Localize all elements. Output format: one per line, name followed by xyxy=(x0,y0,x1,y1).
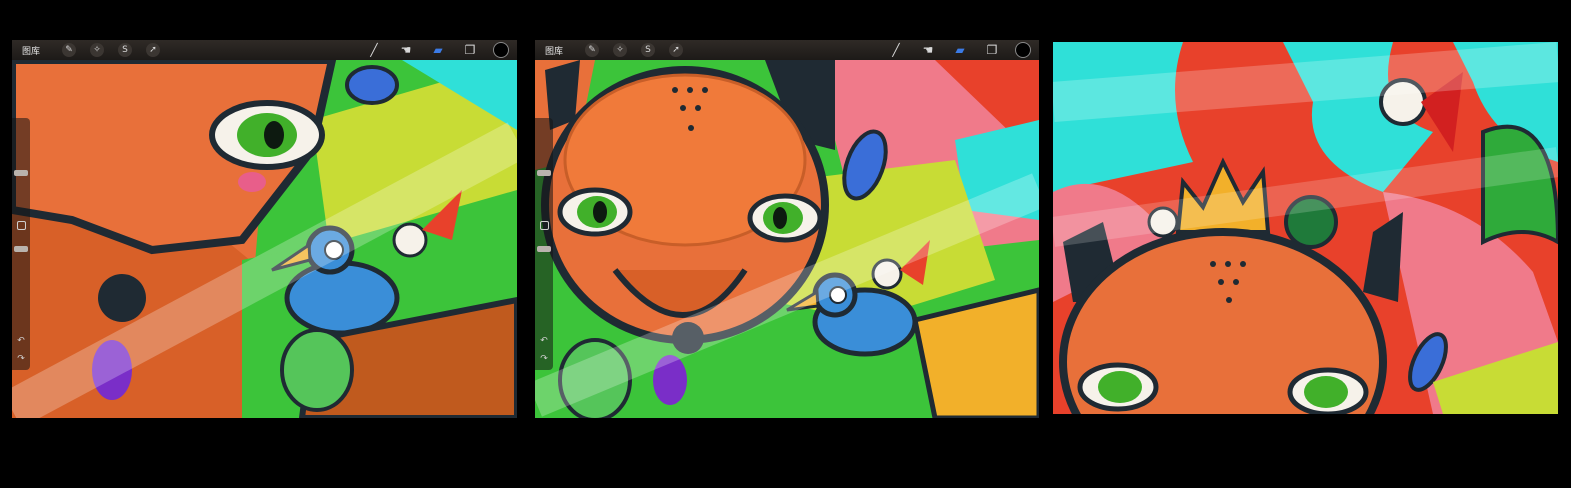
magic-wand-icon[interactable]: ✧ xyxy=(613,43,628,57)
redo-icon[interactable]: ↷ xyxy=(538,354,550,364)
undo-icon[interactable]: ↶ xyxy=(15,336,27,346)
gallery-button[interactable]: 图库 xyxy=(22,44,40,57)
layers-icon[interactable]: ❐ xyxy=(983,42,1001,58)
gallery-button[interactable]: 图库 xyxy=(545,44,563,57)
artwork-fox-face[interactable] xyxy=(535,40,1039,418)
smudge-icon[interactable]: ☚ xyxy=(919,42,937,58)
transform-icon[interactable]: ➚ xyxy=(669,43,684,57)
transform-icon[interactable]: ➚ xyxy=(146,43,161,57)
color-swatch[interactable] xyxy=(493,42,509,58)
wrench-icon[interactable]: ✎ xyxy=(585,43,600,57)
modify-button[interactable] xyxy=(17,221,26,230)
artwork-fox-crown[interactable] xyxy=(1053,42,1558,414)
magic-wand-icon[interactable]: ✧ xyxy=(90,43,105,57)
toolbar: 图库 ✎ ✧ S ➚ ╱ ☚ ▰ ❐ xyxy=(12,40,517,60)
canvas-view-1[interactable]: 图库 ✎ ✧ S ➚ ╱ ☚ ▰ ❐ ↶ ↷ xyxy=(12,40,517,418)
eraser-icon[interactable]: ▰ xyxy=(951,42,969,58)
brush-icon[interactable]: ╱ xyxy=(365,42,383,58)
layers-icon[interactable]: ❐ xyxy=(461,42,479,58)
artwork-fox-closeup[interactable] xyxy=(12,40,517,418)
brush-opacity-slider[interactable] xyxy=(537,246,551,252)
selection-icon[interactable]: S xyxy=(641,43,656,57)
brush-size-slider[interactable] xyxy=(537,170,551,176)
brush-size-slider[interactable] xyxy=(14,170,28,176)
modify-button[interactable] xyxy=(540,221,549,230)
color-swatch[interactable] xyxy=(1015,42,1031,58)
brush-icon[interactable]: ╱ xyxy=(887,42,905,58)
undo-icon[interactable]: ↶ xyxy=(538,336,550,346)
brush-sidebar: ↶ ↷ xyxy=(535,118,553,370)
toolbar: 图库 ✎ ✧ S ➚ ╱ ☚ ▰ ❐ xyxy=(535,40,1039,60)
brush-opacity-slider[interactable] xyxy=(14,246,28,252)
smudge-icon[interactable]: ☚ xyxy=(397,42,415,58)
eraser-icon[interactable]: ▰ xyxy=(429,42,447,58)
brush-sidebar: ↶ ↷ xyxy=(12,118,30,370)
selection-icon[interactable]: S xyxy=(118,43,133,57)
canvas-view-3[interactable] xyxy=(1053,42,1558,414)
canvas-view-2[interactable]: 图库 ✎ ✧ S ➚ ╱ ☚ ▰ ❐ ↶ ↷ xyxy=(535,40,1039,418)
wrench-icon[interactable]: ✎ xyxy=(62,43,77,57)
redo-icon[interactable]: ↷ xyxy=(15,354,27,364)
